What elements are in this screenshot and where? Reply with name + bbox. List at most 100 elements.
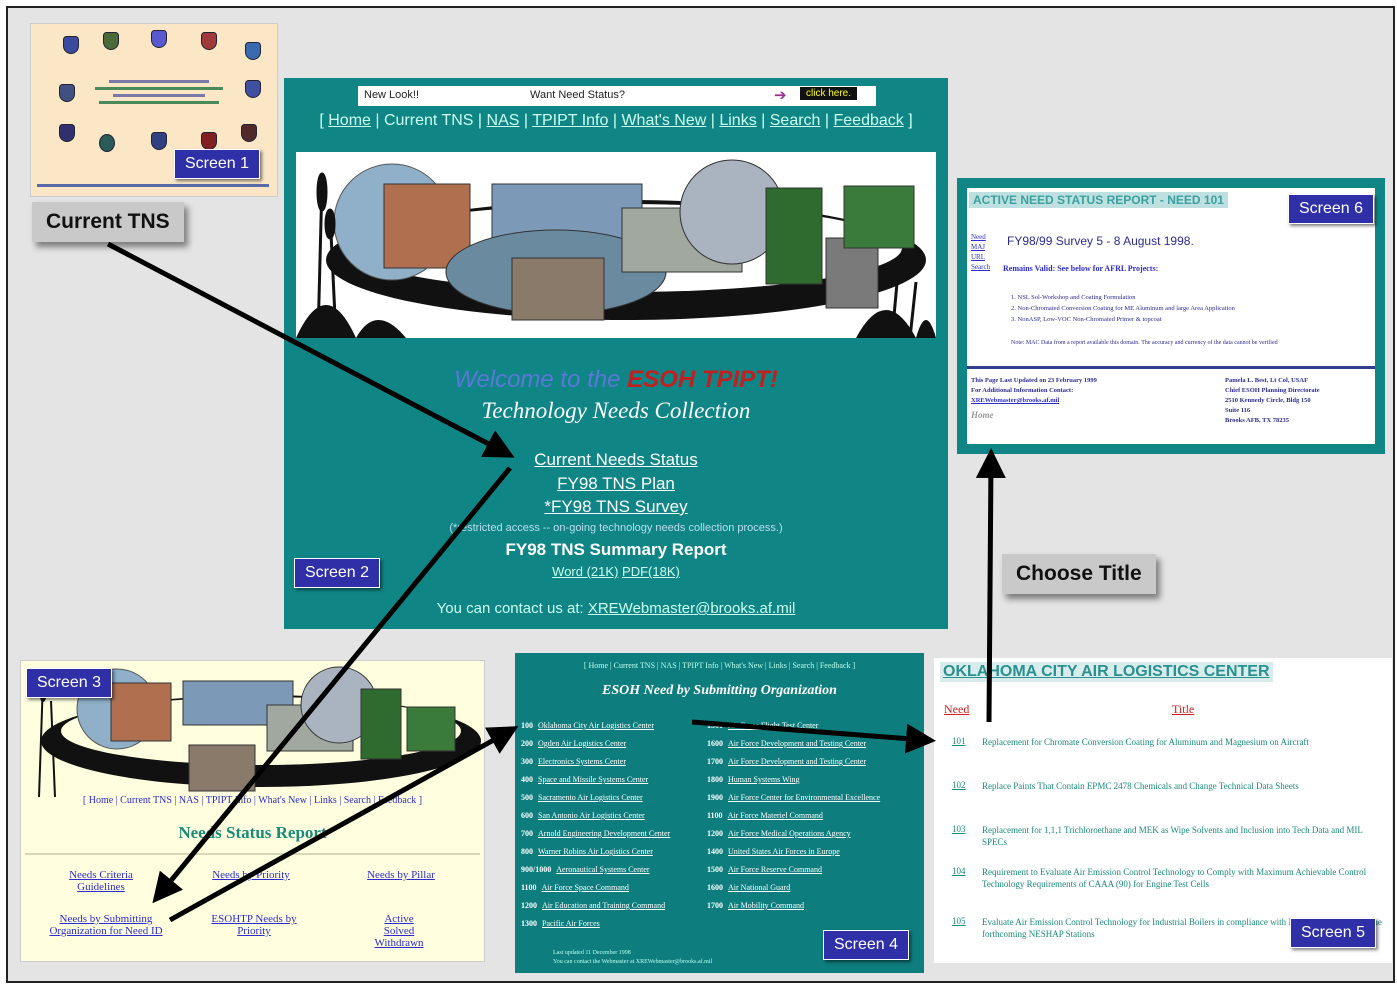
needs-submitting-org-link[interactable]: Needs by Submitting Organization for Nee… (31, 913, 181, 937)
org-item: 600 San Antonio Air Logistics Center (521, 811, 645, 820)
need-number-link[interactable]: 103 (952, 824, 966, 834)
side-link[interactable]: Search (971, 262, 990, 272)
contact-line: Chief ESOH Planning Directorate (1225, 387, 1320, 394)
home-link[interactable]: Home (971, 410, 1097, 420)
org-link[interactable]: Air Education and Training Command (542, 901, 665, 910)
org-link[interactable]: Air Mobility Command (728, 901, 804, 910)
org-link[interactable]: Air Force Reserve Command (728, 865, 822, 874)
nav-home[interactable]: Home (328, 112, 371, 129)
org-item: 1100 Air Force Space Command (521, 883, 629, 892)
nav-nas[interactable]: NAS (487, 112, 520, 129)
current-needs-status-link[interactable]: Current Needs Status (284, 450, 948, 470)
contact-email-link[interactable]: XREWebmaster@brooks.af.mil (588, 600, 796, 617)
unit-badge (245, 80, 261, 98)
need-number-link[interactable]: 105 (952, 916, 966, 926)
org-link[interactable]: Air National Guard (728, 883, 790, 892)
org-link[interactable]: Ogden Air Logistics Center (538, 739, 626, 748)
org-link[interactable]: United States Air Forces in Europe (728, 847, 840, 856)
org-link[interactable]: Air Force Materiel Command (728, 811, 823, 820)
nav-search[interactable]: Search (770, 112, 821, 129)
need-number-link[interactable]: 104 (952, 866, 966, 876)
needs-priority-link[interactable]: Needs by Priority (201, 869, 301, 881)
pdf-link[interactable]: PDF(18K) (622, 564, 680, 579)
org-link[interactable]: Warner Robins Air Logistics Center (538, 847, 653, 856)
nav-feedback[interactable]: Feedback (834, 112, 904, 129)
needs-criteria-link[interactable]: Needs Criteria Guidelines (51, 869, 151, 893)
org-link[interactable]: Pacific Air Forces (542, 919, 600, 928)
tns-plan-link[interactable]: FY98 TNS Plan (284, 474, 948, 494)
welcome-heading: Welcome to the ESOH TPIPT! (284, 366, 948, 394)
screen2-nav: [ Home | Current TNS | NAS | TPIPT Info … (319, 112, 913, 129)
org-code: 1900 (707, 793, 723, 802)
org-code: 1100 (521, 883, 537, 892)
word-link[interactable]: Word (21K) (552, 564, 618, 579)
updated-line: This Page Last Updated on 23 February 19… (971, 377, 1097, 384)
click-here-button[interactable]: click here. (800, 87, 858, 100)
screen4-nav[interactable]: [ Home | Current TNS | NAS | TPIPT Info … (515, 661, 924, 670)
org-link[interactable]: Aeronautical Systems Center (556, 865, 649, 874)
org-link[interactable]: San Antonio Air Logistics Center (538, 811, 645, 820)
project-list: 1. NSL Sol-Workshop and Coating Formulat… (1011, 292, 1235, 325)
org-link[interactable]: Air Force Development and Testing Center (728, 757, 866, 766)
side-link[interactable]: MAJ (971, 242, 990, 252)
need-title-link[interactable]: Replacement for Chromate Conversion Coat… (982, 736, 1382, 748)
welcome-text-block (89, 76, 229, 116)
project-item: 2. Non-Chromated Conversion Coating for … (1011, 305, 1235, 312)
org-link[interactable]: Air Force Center for Environmental Excel… (728, 793, 880, 802)
unit-badge (245, 42, 261, 60)
tns-survey-link[interactable]: *FY98 TNS Survey (284, 497, 948, 517)
org-link[interactable]: Sacramento Air Logistics Center (538, 793, 643, 802)
org-code: 900/1000 (521, 865, 552, 874)
side-link[interactable]: URL (971, 252, 990, 262)
org-code: 1100 (707, 811, 723, 820)
org-link[interactable]: Air Force Development and Testing Center (728, 739, 866, 748)
side-link[interactable]: Need (971, 232, 990, 242)
need-number-link[interactable]: 102 (952, 780, 966, 790)
need-number-link[interactable]: 101 (952, 736, 966, 746)
cattail-collage-image (296, 159, 936, 338)
project-item: 1. NSL Sol-Workshop and Coating Formulat… (1011, 294, 1136, 301)
needs-pillar-link[interactable]: Needs by Pillar (361, 869, 441, 881)
center-title: OKLAHOMA CITY AIR LOGISTICS CENTER (940, 662, 1273, 682)
need-title-link[interactable]: Replace Paints That Contain EPMC 2478 Ch… (982, 780, 1382, 792)
contact-address: Pamela L. Best, Lt Col, USAF Chief ESOH … (1225, 376, 1320, 426)
organization-title: ESOH Need by Submitting Organization (602, 683, 837, 698)
nav-current-tns[interactable]: Current TNS (384, 112, 474, 129)
org-code: 100 (521, 721, 533, 730)
org-link[interactable]: Arnold Engineering Development Center (538, 829, 670, 838)
collection-subtitle: Technology Needs Collection (481, 398, 751, 423)
org-item: 500 Sacramento Air Logistics Center (521, 793, 643, 802)
need-title-link[interactable]: Replacement for 1,1,1 Trichloroethane an… (982, 824, 1382, 848)
org-code: 1700 (707, 901, 723, 910)
org-item: 1200 Air Education and Training Command (521, 901, 665, 910)
report-format-links: Word (21K) PDF(18K) (284, 564, 948, 579)
org-link[interactable]: Space and Missile Systems Center (538, 775, 648, 784)
org-code: 1800 (707, 775, 723, 784)
nav-whats-new[interactable]: What's New (621, 112, 706, 129)
org-link[interactable]: Air Force Space Command (542, 883, 629, 892)
screen3-nav[interactable]: [ Home | Current TNS | NAS | TPIPT Info … (21, 795, 484, 806)
data-note: Note: MAC Data from a report available t… (1011, 340, 1278, 346)
contact-line: You can contact us at: XREWebmaster@broo… (284, 600, 948, 617)
org-link[interactable]: Oklahoma City Air Logistics Center (538, 721, 654, 730)
org-link[interactable]: Human Systems Wing (728, 775, 800, 784)
org-item: 1700 Air Mobility Command (707, 901, 804, 910)
org-code: 1300 (521, 919, 537, 928)
webmaster-email-link[interactable]: XREWebmaster@brooks.af.mil (971, 396, 1097, 406)
org-link[interactable]: Air Force Flight Test Center (728, 721, 818, 730)
org-code: 1400 (707, 847, 723, 856)
need-title-link[interactable]: Requirement to Evaluate Air Emission Con… (982, 866, 1382, 890)
nav-links[interactable]: Links (719, 112, 756, 129)
org-link[interactable]: Air Force Medical Operations Agency (728, 829, 851, 838)
unit-badge (201, 132, 217, 150)
org-code: 1200 (521, 901, 537, 910)
org-code: 1500 (707, 721, 723, 730)
org-link[interactable]: Electronics Systems Center (538, 757, 626, 766)
unit-badge (59, 124, 75, 142)
active-solved-withdrawn-link[interactable]: Active Solved Withdrawn (369, 913, 429, 949)
esohtp-priority-link[interactable]: ESOHTP Needs by Priority (199, 913, 309, 937)
diagram-frame: Screen 1 Current TNS New Look!! Want Nee… (6, 6, 1395, 983)
info-contact-line: For Additional Information Contact: (971, 387, 1074, 394)
nav-tpipt-info[interactable]: TPIPT Info (532, 112, 608, 129)
report-title: ACTIVE NEED STATUS REPORT - NEED 101 (969, 192, 1228, 208)
